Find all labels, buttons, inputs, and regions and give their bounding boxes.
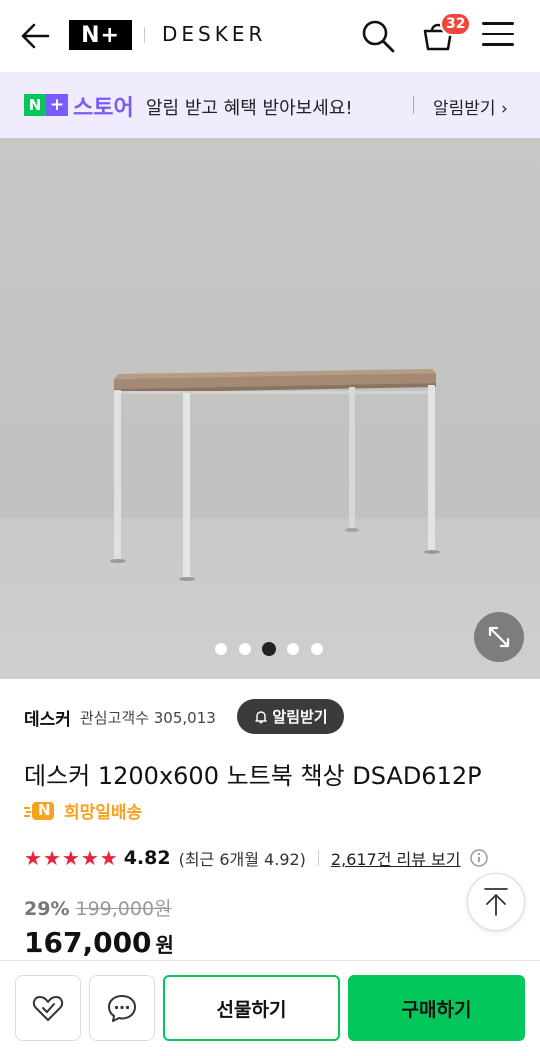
brand-name[interactable]: DESKER <box>162 22 266 46</box>
naver-n-mark: N <box>24 94 46 116</box>
banner-message: 알림 받고 혜택 받아보세요! <box>146 98 353 119</box>
expand-image-icon[interactable] <box>474 612 524 662</box>
cart-count-badge: 32 <box>440 12 472 36</box>
pagination-dot[interactable] <box>238 642 252 656</box>
delivery-truck-icon: N <box>24 800 58 822</box>
sale-price: 167,000 <box>24 926 152 959</box>
pagination-dot[interactable] <box>214 642 228 656</box>
hamburger-menu-icon[interactable] <box>482 22 514 50</box>
star-icon: ★ <box>80 846 99 870</box>
heart-check-icon <box>32 996 64 1021</box>
seller-name[interactable]: 데스커 <box>24 705 71 730</box>
bell-plus-icon <box>255 710 268 723</box>
product-title: 데스커 1200x600 노트북 책상 DSAD612P <box>24 762 482 790</box>
talk-chat-button[interactable] <box>89 975 155 1041</box>
buy-button[interactable]: 구매하기 <box>348 975 525 1041</box>
star-icon: ★ <box>61 846 80 870</box>
price-row: 167,000 원 <box>24 926 174 959</box>
star-icon: ★ <box>99 846 118 870</box>
currency-unit: 원 <box>155 933 174 957</box>
alarm-button-label: 알림받기 <box>272 708 328 726</box>
image-pagination[interactable] <box>214 642 324 656</box>
header-divider <box>144 27 145 43</box>
back-arrow-icon[interactable] <box>18 20 52 52</box>
rating-stars: ★ ★ ★ ★ ★ <box>24 848 118 868</box>
rating-divider <box>317 850 319 866</box>
rating-row: ★ ★ ★ ★ ★ 4.82 (최근 6개월 4.92) 2,617건 리뷰 보기 <box>24 846 489 870</box>
delivery-label: 희망일배송 <box>64 803 143 823</box>
chat-bubble-icon <box>108 995 136 1022</box>
original-price: 199,000원 <box>75 898 172 920</box>
pagination-dot[interactable] <box>286 642 300 656</box>
wishlist-button[interactable] <box>15 975 81 1041</box>
desk-illustration <box>110 369 440 581</box>
store-label: 스토어 <box>73 96 134 121</box>
delivery-badge-letter: N <box>38 800 51 819</box>
seller-row: 데스커 <box>24 705 71 730</box>
recent-rating: (최근 6개월 4.92) <box>178 850 306 869</box>
pagination-dot[interactable] <box>310 642 324 656</box>
notify-subscribe-link[interactable]: 알림받기 › <box>433 94 508 119</box>
discount-rate: 29% <box>24 898 70 920</box>
search-icon[interactable] <box>360 18 396 54</box>
star-icon: ★ <box>42 846 61 870</box>
discount-row: 29% 199,000원 <box>24 894 172 921</box>
star-icon: ★ <box>24 846 42 870</box>
review-link[interactable]: 2,617건 리뷰 보기 <box>331 846 461 870</box>
naver-plus-mark: + <box>46 94 68 116</box>
scroll-to-top-button[interactable] <box>467 873 525 931</box>
gift-button[interactable]: 선물하기 <box>163 975 340 1041</box>
product-image[interactable] <box>0 138 540 679</box>
naver-store-logo: N + <box>24 94 68 116</box>
info-icon[interactable] <box>469 848 489 868</box>
arrow-up-icon <box>484 888 508 916</box>
banner-divider <box>413 96 414 114</box>
delivery-badge-row: N 희망일배송 <box>24 798 142 823</box>
pagination-dot[interactable] <box>262 642 276 656</box>
naver-plus-logo[interactable]: N+ <box>69 20 132 50</box>
rating-score: 4.82 <box>123 847 171 869</box>
interest-count: 관심고객수 305,013 <box>80 709 216 727</box>
alarm-subscribe-button[interactable]: 알림받기 <box>237 699 344 734</box>
